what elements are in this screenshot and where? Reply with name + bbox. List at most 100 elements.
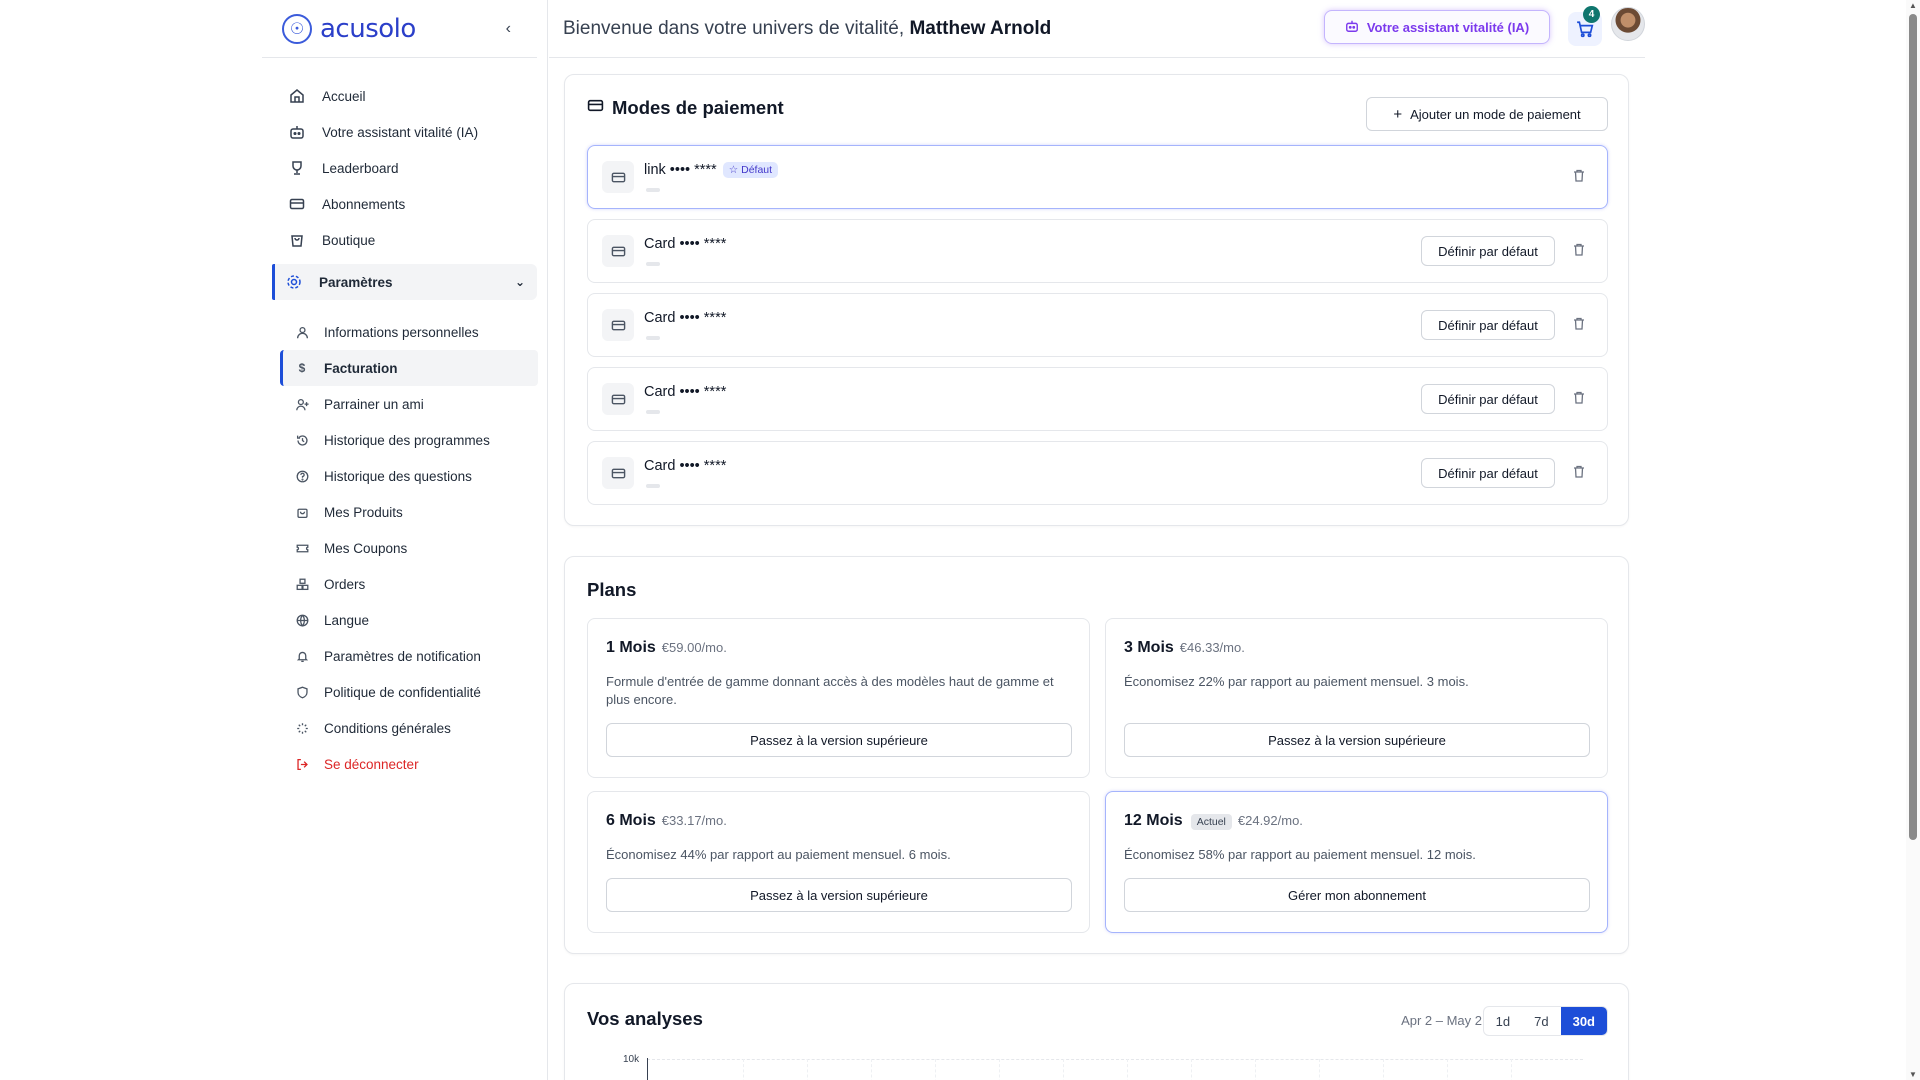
plan-name: 3 Mois xyxy=(1124,639,1174,656)
collapse-sidebar-button[interactable]: ‹ xyxy=(506,20,511,38)
logout-button[interactable]: Se déconnecter xyxy=(280,746,537,782)
subnav-item-label: Conditions générales xyxy=(324,720,451,736)
payment-method-row[interactable]: Card •••• **** Définir par défaut xyxy=(587,441,1608,505)
add-payment-method-button[interactable]: + Ajouter un mode de paiement xyxy=(1366,97,1608,131)
dollar-icon: $ xyxy=(298,361,306,375)
subnav-item-label: Mes Produits xyxy=(324,504,403,520)
delete-icon[interactable] xyxy=(1573,243,1585,259)
sidebar-item-abonnements[interactable]: Abonnements xyxy=(272,186,537,222)
plan-price: €59.00/mo. xyxy=(661,640,727,655)
scroll-down-icon[interactable]: ▼ xyxy=(1909,1070,1917,1079)
scroll-thumb[interactable] xyxy=(1909,14,1917,840)
analytics-card: Vos analyses Apr 2 – May 2 1d 7d 30d 10k xyxy=(564,983,1629,1080)
payment-method-label: link •••• **** xyxy=(644,162,717,178)
history-icon xyxy=(294,432,310,448)
plan-description: Économisez 22% par rapport au paiement m… xyxy=(1124,674,1469,689)
set-default-button[interactable]: Définir par défaut xyxy=(1421,310,1555,340)
range-1d-button[interactable]: 1d xyxy=(1484,1007,1522,1035)
delete-icon[interactable] xyxy=(1573,465,1585,481)
subnav-item-notifications[interactable]: Paramètres de notification xyxy=(280,638,537,674)
logout-label: Se déconnecter xyxy=(324,756,419,772)
subnav-item-confidentialite[interactable]: Politique de confidentialité xyxy=(280,674,537,710)
subnav-item-label: Mes Coupons xyxy=(324,540,408,556)
logo-icon: ☉ xyxy=(282,13,312,44)
payment-method-subtext xyxy=(646,336,660,340)
date-range-label: Apr 2 – May 2 xyxy=(1401,1013,1482,1028)
logo-row: ☉ acusolo ‹ xyxy=(262,0,537,58)
sidebar-item-accueil[interactable]: Accueil xyxy=(272,78,537,114)
delete-icon[interactable] xyxy=(1573,391,1585,407)
set-default-button[interactable]: Définir par défaut xyxy=(1421,458,1555,488)
y-axis-line xyxy=(647,1058,648,1080)
user-icon xyxy=(294,324,310,340)
plan-description: Formule d'entrée de gamme donnant accès … xyxy=(606,674,1054,707)
range-7d-button[interactable]: 7d xyxy=(1522,1007,1560,1035)
subnav-item-langue[interactable]: Langue xyxy=(280,602,537,638)
plan-price: €46.33/mo. xyxy=(1179,640,1245,655)
sidebar-item-assistant[interactable]: Votre assistant vitalité (IA) xyxy=(272,114,537,150)
sidebar-item-leaderboard[interactable]: Leaderboard xyxy=(272,150,537,186)
boxes-icon xyxy=(294,576,310,592)
logo-text: acusolo xyxy=(320,13,416,44)
help-circle-icon xyxy=(294,468,310,484)
subnav-item-label: Orders xyxy=(324,576,366,592)
upgrade-button[interactable]: Passez à la version supérieure xyxy=(606,723,1072,757)
set-default-button[interactable]: Définir par défaut xyxy=(1421,236,1555,266)
bot-icon xyxy=(288,123,306,141)
subnav-item-mes-coupons[interactable]: Mes Coupons xyxy=(280,530,537,566)
credit-card-icon xyxy=(602,161,634,193)
sidebar-item-boutique[interactable]: Boutique xyxy=(272,222,537,258)
main-nav: Accueil Votre assistant vitalité (IA) Le… xyxy=(262,58,547,782)
credit-card-icon xyxy=(602,235,634,267)
ticket-icon xyxy=(294,540,310,556)
chart-gridline xyxy=(1383,1059,1384,1080)
chevron-down-icon: ⌄ xyxy=(514,275,525,289)
payment-method-row[interactable]: Card •••• **** Définir par défaut xyxy=(587,367,1608,431)
range-30d-button[interactable]: 30d xyxy=(1560,1007,1607,1035)
plan-description: Économisez 58% par rapport au paiement m… xyxy=(1124,847,1476,862)
subnav-item-informations[interactable]: Informations personnelles xyxy=(280,314,537,350)
home-icon xyxy=(288,87,306,105)
chart-gridline xyxy=(1191,1059,1192,1080)
page-scrollbar[interactable]: ▲ ▼ xyxy=(1906,0,1920,1080)
upgrade-button[interactable]: Passez à la version supérieure xyxy=(1124,723,1590,757)
assistant-button[interactable]: Votre assistant vitalité (IA) xyxy=(1324,10,1550,44)
delete-icon[interactable] xyxy=(1573,317,1585,333)
payment-method-subtext xyxy=(646,484,660,488)
payment-method-row[interactable]: link •••• **** ☆ Défaut xyxy=(587,145,1608,209)
payment-method-label: Card •••• **** xyxy=(644,384,727,400)
subnav-item-historique-questions[interactable]: Historique des questions xyxy=(280,458,537,494)
subnav-item-label: Historique des questions xyxy=(324,468,472,484)
avatar[interactable] xyxy=(1611,7,1645,41)
payment-method-row[interactable]: Card •••• **** Définir par défaut xyxy=(587,219,1608,283)
chart-gridline xyxy=(1255,1059,1256,1080)
logout-icon xyxy=(294,756,310,772)
subnav-item-parrainer[interactable]: Parrainer un ami xyxy=(280,386,537,422)
subnav-item-facturation[interactable]: $ Facturation xyxy=(280,350,538,386)
plan-card: 3 Mois €46.33/mo. Économisez 22% par rap… xyxy=(1105,618,1608,778)
chart-gridline xyxy=(1511,1059,1512,1080)
subnav-item-label: Paramètres de notification xyxy=(324,648,481,664)
y-axis-tick: 10k xyxy=(623,1054,640,1065)
subnav-item-mes-produits[interactable]: Mes Produits xyxy=(280,494,537,530)
gear-icon xyxy=(285,273,303,291)
plan-header: 12 Mois Actuel €24.92/mo. xyxy=(1124,812,1303,830)
subnav-item-conditions[interactable]: Conditions générales xyxy=(280,710,537,746)
scroll-up-icon[interactable]: ▲ xyxy=(1909,1,1917,10)
subnav-item-historique-programmes[interactable]: Historique des programmes xyxy=(280,422,537,458)
sidebar-item-label: Accueil xyxy=(322,88,366,104)
set-default-button[interactable]: Définir par défaut xyxy=(1421,384,1555,414)
chart-gridline xyxy=(1127,1059,1128,1080)
assistant-button-label: Votre assistant vitalité (IA) xyxy=(1366,19,1530,35)
subnav-item-orders[interactable]: Orders xyxy=(280,566,537,602)
star-icon: ☆ xyxy=(728,164,739,176)
chart-gridline xyxy=(743,1059,744,1080)
upgrade-button[interactable]: Passez à la version supérieure xyxy=(606,878,1072,912)
payment-method-row[interactable]: Card •••• **** Définir par défaut xyxy=(587,293,1608,357)
delete-icon[interactable] xyxy=(1573,169,1585,185)
settings-subnav: Informations personnelles $ Facturation … xyxy=(272,300,538,782)
chart-gridline xyxy=(1447,1059,1448,1080)
manage-subscription-button[interactable]: Gérer mon abonnement xyxy=(1124,878,1590,912)
subnav-item-label: Informations personnelles xyxy=(324,324,479,340)
sidebar-item-parametres[interactable]: Paramètres ⌄ xyxy=(272,264,537,300)
